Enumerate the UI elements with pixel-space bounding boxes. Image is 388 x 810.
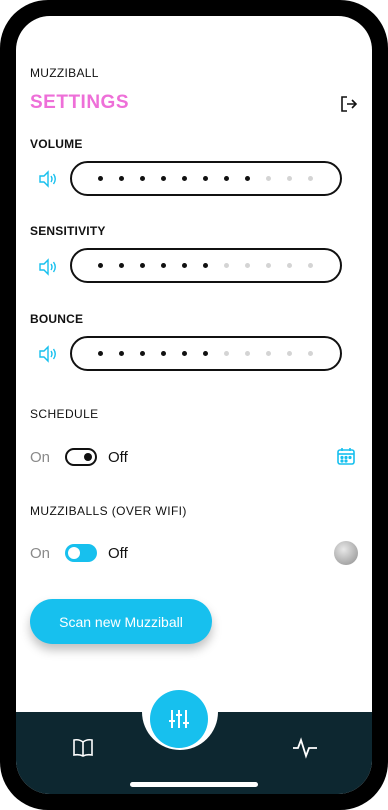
slider-dot-filled (161, 351, 166, 356)
slider-dot-filled (119, 263, 124, 268)
sensitivity-slider[interactable] (70, 248, 342, 283)
muzziballs-label: MUZZIBALLS (OVER WIFI) (30, 504, 187, 518)
slider-dot-empty (245, 263, 250, 268)
slider-dot-empty (224, 263, 229, 268)
page-title: SETTINGS (30, 92, 130, 113)
bounce-slider[interactable] (70, 336, 342, 371)
sensitivity-label: SENSITIVITY (30, 224, 106, 238)
slider-dot-filled (98, 351, 103, 356)
settings-tab-button[interactable] (150, 690, 208, 748)
muzziball-device-icon[interactable] (334, 541, 358, 565)
slider-dot-filled (161, 263, 166, 268)
muzziballs-toggle[interactable] (65, 544, 97, 562)
slider-dot-filled (182, 176, 187, 181)
activity-icon[interactable] (292, 736, 318, 760)
schedule-label: SCHEDULE (30, 407, 99, 421)
slider-dot-empty (308, 351, 313, 356)
slider-dot-filled (98, 263, 103, 268)
muzziballs-off-label: Off (108, 545, 128, 562)
slider-dot-filled (140, 351, 145, 356)
slider-dot-empty (308, 263, 313, 268)
phone-frame: MUZZIBALL SETTINGS VOLUME SENSITIVITY BO… (0, 0, 388, 810)
slider-dot-filled (140, 176, 145, 181)
logout-icon[interactable] (340, 95, 358, 113)
book-icon[interactable] (72, 738, 94, 758)
sliders-icon (169, 710, 189, 728)
muzziballs-on-label: On (30, 545, 51, 562)
bounce-label: BOUNCE (30, 312, 84, 326)
slider-dot-filled (182, 351, 187, 356)
slider-dot-empty (245, 351, 250, 356)
slider-dot-empty (266, 263, 271, 268)
volume-slider[interactable] (70, 161, 342, 196)
volume-label: VOLUME (30, 137, 83, 151)
slider-dot-empty (266, 351, 271, 356)
slider-dot-empty (287, 351, 292, 356)
slider-dot-empty (287, 176, 292, 181)
slider-dot-empty (224, 351, 229, 356)
speaker-icon (39, 170, 56, 188)
slider-dot-filled (140, 263, 145, 268)
toggle-knob (68, 547, 80, 559)
slider-dot-filled (245, 176, 250, 181)
schedule-toggle[interactable] (65, 448, 97, 466)
slider-dot-filled (182, 263, 187, 268)
slider-dot-filled (203, 263, 208, 268)
slider-dot-filled (203, 176, 208, 181)
slider-dot-filled (161, 176, 166, 181)
app-name: MUZZIBALL (30, 66, 99, 80)
slider-dot-filled (98, 176, 103, 181)
slider-dot-empty (266, 176, 271, 181)
toggle-knob (84, 453, 92, 461)
slider-dot-filled (119, 351, 124, 356)
slider-dot-filled (119, 176, 124, 181)
slider-dot-filled (203, 351, 208, 356)
slider-dot-empty (308, 176, 313, 181)
home-indicator (130, 782, 258, 787)
speaker-icon (39, 258, 56, 276)
schedule-on-label: On (30, 449, 51, 466)
schedule-off-label: Off (108, 449, 128, 466)
speaker-icon (39, 345, 56, 363)
scan-new-muzziball-button[interactable]: Scan new Muzziball (30, 599, 212, 644)
muzziballs-toggle-row: On Off (30, 541, 360, 565)
slider-dot-filled (224, 176, 229, 181)
screen: MUZZIBALL SETTINGS VOLUME SENSITIVITY BO… (16, 16, 372, 794)
calendar-icon[interactable] (336, 446, 356, 466)
slider-dot-empty (287, 263, 292, 268)
schedule-toggle-row: On Off (30, 445, 360, 469)
